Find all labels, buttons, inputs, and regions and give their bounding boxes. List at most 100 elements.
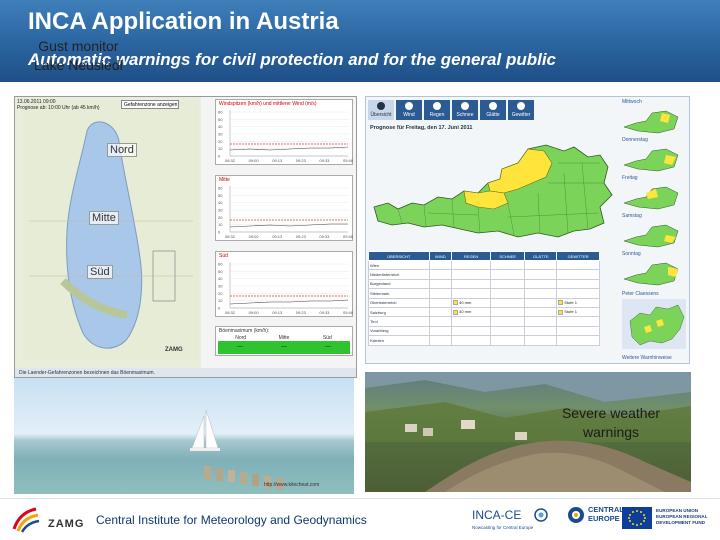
day-link-friday[interactable]: Freitag <box>622 175 638 181</box>
table-row[interactable]: Burgenland <box>368 278 600 290</box>
tab-thunderstorm[interactable]: Gewitter <box>508 100 534 120</box>
table-row[interactable]: Wien <box>368 259 600 271</box>
table-row[interactable]: Steiermark <box>368 288 600 299</box>
y-tick-label: 30 <box>218 132 223 137</box>
col-header-snow[interactable]: SCHNEE <box>490 251 526 261</box>
y-tick-label: 30 <box>218 208 223 213</box>
caption-line: Gust monitor <box>38 38 119 54</box>
state-name[interactable]: Niederösterreich <box>368 269 430 280</box>
table-row[interactable]: Kärnten <box>368 335 600 346</box>
day-link-wednesday[interactable]: Mittwoch <box>622 99 642 105</box>
photo-credit-link[interactable]: http://www.kitecheat.com <box>264 482 319 488</box>
europe-warning-map[interactable] <box>622 299 686 349</box>
col-header-wind[interactable]: WIND <box>428 251 453 261</box>
state-name[interactable]: Kärnten <box>368 335 430 346</box>
danger-zone-button[interactable]: Gefahrenzone anzeigen <box>121 100 179 109</box>
rain-warning: 40 mm <box>451 297 492 308</box>
mini-map-sunday[interactable] <box>622 259 682 287</box>
region-label-sued[interactable]: Süd <box>87 265 113 279</box>
warning-level-icon <box>558 309 564 315</box>
y-tick-label: 40 <box>218 200 223 205</box>
zamg-watermark: ZAMG <box>165 347 183 353</box>
state-name[interactable]: Tirol <box>368 316 430 327</box>
inca-ce-title: INCA-CE <box>472 508 522 522</box>
caption-line: Lake Neusiedl <box>34 57 123 73</box>
x-tick-label: 09:33 <box>319 310 330 315</box>
mini-map-saturday[interactable] <box>622 221 682 249</box>
gust-table-values: --- --- --- <box>218 341 350 354</box>
y-tick-label: 20 <box>218 139 223 144</box>
mini-map-wednesday[interactable] <box>622 107 682 135</box>
gust-value: --- <box>281 344 287 350</box>
lake-shape <box>23 101 199 361</box>
austria-warning-map[interactable] <box>368 133 616 245</box>
tab-label: Glätte <box>486 112 500 118</box>
day-link-sunday[interactable]: Sonntag <box>622 251 641 257</box>
state-name[interactable]: Oberösterreich <box>368 297 430 308</box>
col-header-thunderstorm[interactable]: GEWITTER <box>556 251 600 261</box>
table-row[interactable]: Oberösterreich 40 mm Stufe 1 <box>368 297 600 308</box>
rain-warning-value: 40 mm <box>459 309 472 315</box>
table-row[interactable]: Tirol <box>368 316 600 327</box>
tab-wind[interactable]: Wind <box>396 100 422 120</box>
gust-header-line: Prognose ab: 10:00 Uhr (ab 45 km/h) <box>17 105 100 111</box>
y-tick-label: 30 <box>218 284 223 289</box>
gust-chart-mitte: 60 50 40 30 20 10 0 08:32 09:00 09:13 09:23 09:33 09… <box>215 175 354 241</box>
rain-warning-value: 40 mm <box>459 300 472 306</box>
x-tick-label: 09:23 <box>296 158 307 163</box>
y-tick-label: 10 <box>218 298 223 303</box>
more-warnings-link[interactable]: Weitere Warnhinweise <box>622 355 672 361</box>
snow-icon <box>461 102 469 110</box>
sailboat-scene <box>190 409 283 490</box>
chart-mitte-svg: 60 50 40 30 20 10 0 08:32 09:00 09:13 09:23 09:33 09… <box>218 186 354 240</box>
tab-label: Regen <box>429 112 445 118</box>
state-name[interactable]: Vorarlberg <box>368 325 430 337</box>
gust-monitor-screenshot: 13.06.2011 09:00 Prognose ab: 10:00 Uhr … <box>14 96 357 378</box>
y-tick-label: 20 <box>218 291 223 296</box>
y-tick-label: 10 <box>218 222 223 227</box>
state-name[interactable]: Salzburg <box>368 306 430 318</box>
caption-line: Severe weather <box>561 405 661 421</box>
y-tick-label: 60 <box>218 186 223 191</box>
europe-map-label: Peter Claessens <box>622 291 659 297</box>
tab-snow[interactable]: Schnee <box>452 100 478 120</box>
day-link-thursday[interactable]: Donnerstag <box>622 137 648 143</box>
mini-map-thursday[interactable] <box>622 145 682 173</box>
table-row[interactable]: Niederösterreich <box>368 269 600 280</box>
state-name[interactable]: Burgenland <box>368 278 430 290</box>
day-link-saturday[interactable]: Samstag <box>622 213 642 219</box>
col-header-overview[interactable]: ÜBERSICHT <box>368 251 430 261</box>
x-tick-label: 09:48 <box>343 310 354 315</box>
x-tick-label: 09:00 <box>249 310 260 315</box>
y-tick-label: 40 <box>218 124 223 129</box>
region-label-mitte[interactable]: Mitte <box>89 211 119 225</box>
x-tick-label: 09:00 <box>249 158 260 163</box>
rain-icon <box>433 102 441 110</box>
tab-ice[interactable]: Glätte <box>480 100 506 120</box>
severe-weather-caption: Severe weather warnings <box>552 404 670 442</box>
tab-overview[interactable]: Übersicht <box>368 100 394 120</box>
col-header-ice[interactable]: GLÄTTE <box>524 251 558 261</box>
lake-neusiedl-map: 13.06.2011 09:00 Prognose ab: 10:00 Uhr … <box>15 97 201 377</box>
state-name[interactable]: Steiermark <box>368 288 430 299</box>
y-tick-label: 60 <box>218 262 223 267</box>
x-tick-label: 08:32 <box>225 234 236 239</box>
tab-rain[interactable]: Regen <box>424 100 450 120</box>
table-row[interactable]: Vorarlberg <box>368 325 600 337</box>
chart-title: Mitte <box>219 177 230 183</box>
ice-icon <box>489 102 497 110</box>
inca-ce-swirl-icon <box>534 508 548 522</box>
tab-label: Übersicht <box>370 112 392 118</box>
region-label-nord[interactable]: Nord <box>107 143 137 157</box>
state-name[interactable]: Wien <box>368 259 430 271</box>
col-header-rain[interactable]: REGEN <box>451 251 492 261</box>
x-tick-label: 09:23 <box>296 310 307 315</box>
y-tick-label: 0 <box>218 306 221 311</box>
logo-line: CENTRAL <box>588 505 624 514</box>
central-europe-text: CENTRAL EUROPE <box>588 505 624 523</box>
mini-map-friday[interactable] <box>622 183 682 211</box>
table-row[interactable]: Salzburg 40 mm Stufe 1 <box>368 306 600 318</box>
day-forecast-column: Mittwoch Donnerstag Freitag Samstag Sonn… <box>620 99 688 363</box>
tab-label: Schnee <box>456 112 474 118</box>
x-tick-label: 09:48 <box>343 158 354 163</box>
